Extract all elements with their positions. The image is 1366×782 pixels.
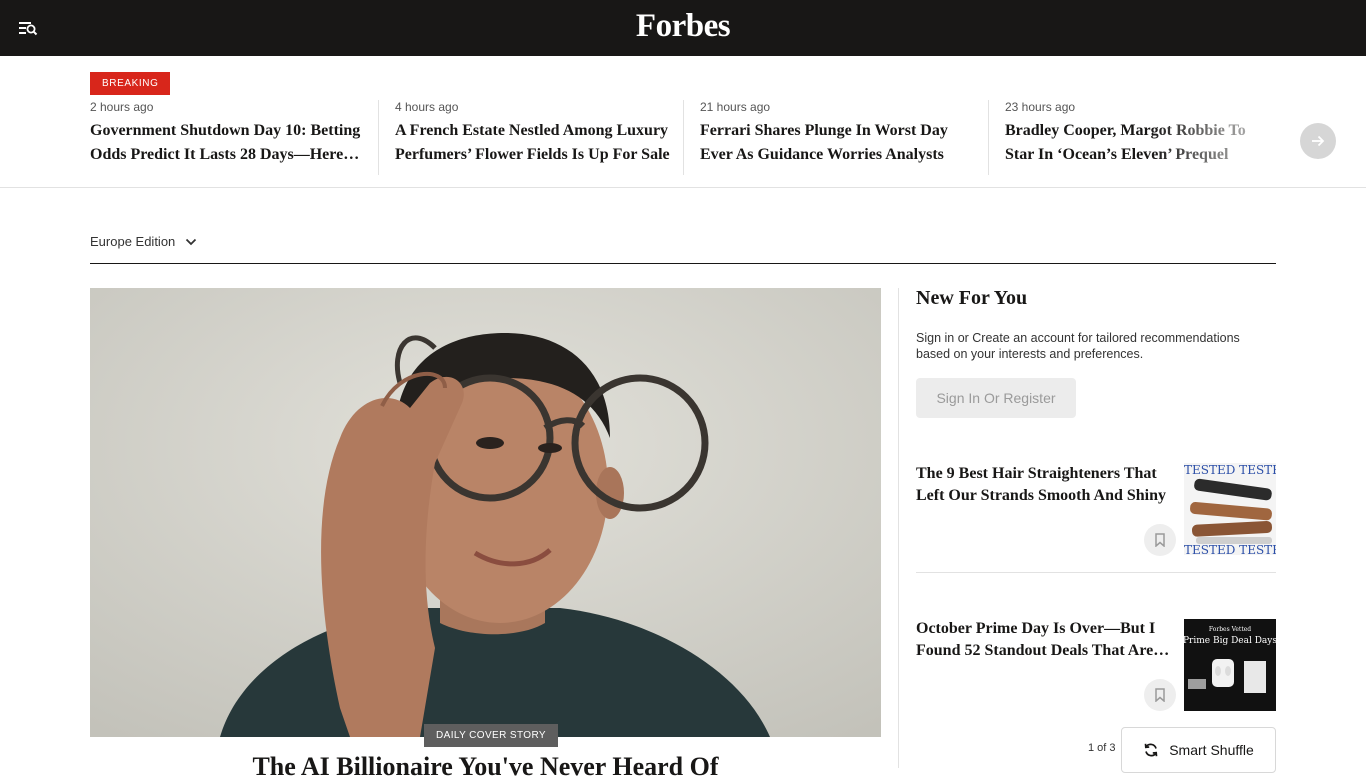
ticker-headline[interactable]: A French Estate Nestled Among Luxury Per… — [395, 119, 670, 167]
ticker-time: 2 hours ago — [90, 100, 154, 114]
forbes-logo[interactable]: Forbes — [0, 8, 1366, 45]
prime-day-thumbnail[interactable]: Forbes Vetted Prime Big Deal Days — [1184, 619, 1276, 711]
ticker-item[interactable]: 4 hours ago A French Estate Nestled Amon… — [395, 100, 670, 175]
recommendation-title[interactable]: The 9 Best Hair Straighteners That Left … — [916, 463, 1171, 507]
edition-label: Europe Edition — [90, 234, 176, 249]
ticker-headline[interactable]: Government Shutdown Day 10: Betting Odds… — [90, 119, 362, 167]
ticker-fade-overlay — [1150, 96, 1290, 186]
breaking-badge: BREAKING — [90, 72, 171, 95]
hero-headline[interactable]: The AI Billionaire You've Never Heard Of — [90, 752, 881, 782]
ticker-time: 4 hours ago — [395, 100, 459, 114]
ticker-time: 21 hours ago — [700, 100, 771, 114]
ticker-item[interactable]: 21 hours ago Ferrari Shares Plunge In Wo… — [700, 100, 972, 175]
hair-straightener-thumbnail[interactable]: TESTED TESTED TESTED TESTED — [1184, 463, 1276, 555]
recommendation-title[interactable]: October Prime Day Is Over—But I Found 52… — [916, 618, 1171, 662]
sign-in-register-button[interactable]: Sign In Or Register — [916, 378, 1076, 418]
new-for-you-description: Sign in or Create an account for tailore… — [916, 331, 1240, 361]
edition-selector[interactable]: Europe Edition — [90, 234, 197, 249]
new-for-you-title: New For You — [916, 287, 1028, 309]
chevron-down-icon — [186, 238, 197, 245]
smart-shuffle-button[interactable]: Smart Shuffle — [1121, 727, 1276, 773]
ticker-divider — [988, 100, 989, 175]
recommendation-item[interactable]: The 9 Best Hair Straighteners That Left … — [916, 463, 1276, 563]
breaking-news-ticker: BREAKING 2 hours ago Government Shutdown… — [0, 56, 1366, 188]
thumbnail-text: TESTED TESTED — [1184, 463, 1276, 477]
arrow-right-icon — [1312, 135, 1325, 147]
top-navigation-bar: Forbes — [0, 0, 1366, 56]
thumbnail-brand: Forbes Vetted — [1209, 626, 1251, 633]
recommendation-divider — [916, 572, 1276, 573]
column-divider — [898, 288, 899, 768]
bookmark-icon — [1155, 688, 1165, 702]
bookmark-button[interactable] — [1144, 524, 1176, 556]
ticker-divider — [378, 100, 379, 175]
edition-divider — [90, 263, 1276, 264]
ticker-next-button[interactable] — [1300, 123, 1336, 159]
bookmark-button[interactable] — [1144, 679, 1176, 711]
thumbnail-text: Prime Big Deal Days — [1184, 636, 1276, 646]
refresh-icon — [1144, 743, 1158, 757]
bookmark-icon — [1155, 533, 1165, 547]
ticker-divider — [683, 100, 684, 175]
hero-image[interactable] — [90, 288, 881, 737]
recommendation-pager: 1 of 3 — [1088, 742, 1116, 754]
recommendation-item[interactable]: October Prime Day Is Over—But I Found 52… — [916, 618, 1276, 718]
ticker-item[interactable]: 2 hours ago Government Shutdown Day 10: … — [90, 100, 362, 175]
thumbnail-text: TESTED TESTED — [1184, 543, 1276, 555]
daily-cover-story-tag: DAILY COVER STORY — [424, 724, 558, 747]
ticker-headline[interactable]: Ferrari Shares Plunge In Worst Day Ever … — [700, 119, 972, 167]
smart-shuffle-label: Smart Shuffle — [1169, 742, 1254, 758]
